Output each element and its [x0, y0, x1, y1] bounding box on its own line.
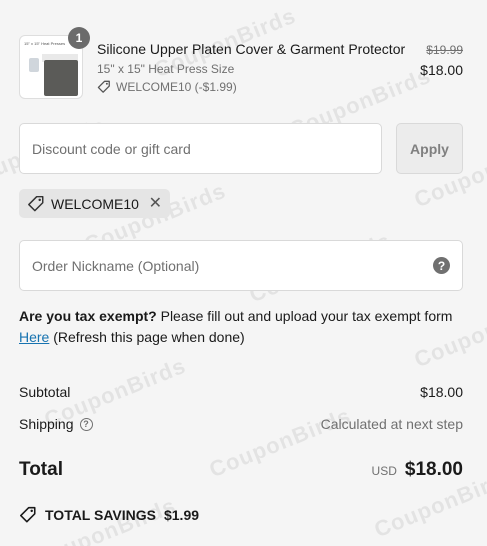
tag-icon [97, 80, 110, 93]
tag-icon [28, 195, 44, 211]
apply-button[interactable]: Apply [396, 123, 463, 174]
total-row: Total USD $18.00 [19, 459, 463, 481]
subtotal-value: $18.00 [420, 384, 463, 400]
close-icon[interactable]: ✕ [149, 195, 162, 212]
shipping-label: Shipping [19, 416, 74, 432]
subtotal-label: Subtotal [19, 384, 71, 400]
applied-discount-code: WELCOME10 [51, 195, 139, 212]
applied-discount-tag: WELCOME10 ✕ [19, 189, 170, 218]
quantity-badge: 1 [68, 27, 90, 49]
order-nickname-placeholder: Order Nickname (Optional) [32, 257, 200, 274]
cart-line-item: 15" x 15" Heat Presses 1 Silicone Upper … [19, 27, 463, 99]
order-nickname-input[interactable]: Order Nickname (Optional) ? [19, 240, 463, 291]
line-price: $18.00 [420, 62, 463, 78]
thumbnail-shape [29, 58, 39, 72]
tax-exempt-notice: Are you tax exempt? Please fill out and … [19, 306, 469, 348]
product-title: Silicone Upper Platen Cover & Garment Pr… [97, 41, 406, 57]
help-icon[interactable]: ? [433, 257, 450, 274]
discount-code-input[interactable]: Discount code or gift card [19, 123, 382, 174]
total-savings: TOTAL SAVINGS $1.99 [19, 506, 199, 524]
savings-label: TOTAL SAVINGS [45, 507, 156, 523]
shipping-row: Shipping ? Calculated at next step [19, 416, 463, 432]
thumbnail-shape [44, 60, 78, 96]
currency-code: USD [371, 464, 397, 478]
savings-value: $1.99 [163, 507, 200, 523]
savings-tag-icon [20, 506, 36, 523]
tax-exempt-text: Please fill out and upload your tax exem… [156, 308, 453, 324]
thumbnail-caption: 15" x 15" Heat Presses [24, 41, 66, 46]
product-discount-label: WELCOME10 (-$1.99) [116, 80, 237, 94]
tax-exempt-refresh-note: (Refresh this page when done) [49, 329, 245, 345]
product-discount: WELCOME10 (-$1.99) [97, 80, 237, 94]
discount-code-placeholder: Discount code or gift card [32, 140, 191, 157]
tax-form-link[interactable]: Here [19, 329, 49, 345]
product-variant: 15" x 15" Heat Press Size [97, 62, 235, 76]
tax-exempt-question: Are you tax exempt? [19, 308, 157, 324]
question-circle-icon[interactable]: ? [79, 417, 93, 431]
total-label: Total [19, 459, 63, 480]
subtotal-row: Subtotal $18.00 [19, 384, 463, 400]
shipping-value: Calculated at next step [320, 416, 463, 432]
original-price: $19.99 [426, 43, 463, 57]
total-value: $18.00 [404, 459, 463, 480]
